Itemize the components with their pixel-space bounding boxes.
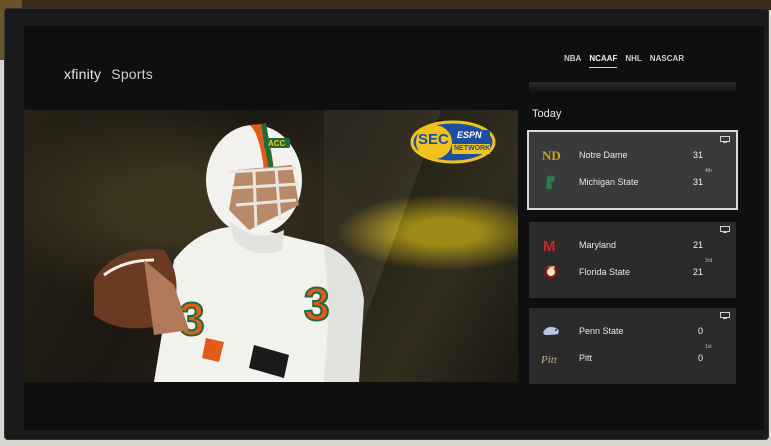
- tv-screen: xfinity Sports NBA NCAAF NHL NASCAR 3 3: [24, 26, 764, 430]
- tv-icon: [720, 312, 730, 319]
- svg-text:Pitt: Pitt: [541, 354, 558, 366]
- sport-tabs: NBA NCAAF NHL NASCAR: [564, 54, 684, 68]
- team-score: 0: [697, 353, 703, 363]
- hero-image[interactable]: 3 3 ACC SEC ESPN NETWORK: [24, 110, 518, 382]
- network-logo-text: NETWORK: [454, 145, 491, 152]
- product-name: Sports: [111, 66, 153, 82]
- team-row: Pitt Pitt 0: [540, 349, 703, 367]
- tab-nba[interactable]: NBA: [564, 54, 581, 68]
- game-card[interactable]: ND Notre Dame 31 Michigan State 31 4th: [529, 132, 736, 208]
- team-row: Michigan State 31: [541, 173, 703, 191]
- team-name: Penn State: [579, 326, 624, 336]
- michigan-state-logo: [541, 174, 561, 190]
- team-score: 31: [692, 177, 703, 187]
- team-row: Penn State 0: [541, 322, 703, 340]
- penn-state-logo: [541, 323, 561, 339]
- team-row: M Maryland 21: [541, 236, 703, 255]
- tab-nascar[interactable]: NASCAR: [650, 54, 684, 68]
- pitt-logo: Pitt: [540, 350, 561, 366]
- tv-icon: [720, 136, 730, 143]
- app-logo: xfinity Sports: [64, 66, 153, 82]
- team-name: Pitt: [579, 353, 593, 363]
- florida-state-logo: [541, 264, 561, 280]
- tabs-divider: [529, 82, 736, 92]
- team-score: 0: [697, 326, 703, 336]
- sec-logo-text: SEC: [418, 131, 449, 148]
- game-period: 3rd: [705, 258, 713, 264]
- team-name: Notre Dame: [579, 150, 628, 160]
- notre-dame-logo: ND: [541, 147, 561, 163]
- team-row: Florida State 21: [541, 263, 703, 281]
- team-row: ND Notre Dame 31: [541, 146, 703, 164]
- svg-text:M: M: [543, 238, 556, 253]
- maryland-logo: M: [541, 237, 561, 255]
- helmet-badge: ACC: [268, 139, 286, 148]
- team-name: Maryland: [579, 240, 617, 250]
- sec-network-logo: SEC ESPN NETWORK: [410, 120, 496, 164]
- team-score: 21: [692, 267, 703, 277]
- game-period: 1st: [705, 344, 712, 350]
- tv-icon: [720, 226, 730, 233]
- team-score: 31: [692, 150, 703, 160]
- game-card[interactable]: Penn State 0 Pitt Pitt 0 1st: [529, 308, 736, 384]
- team-name: Florida State: [579, 267, 631, 277]
- tab-ncaaf[interactable]: NCAAF: [589, 54, 618, 68]
- espn-logo-text: ESPN: [457, 130, 482, 140]
- team-score: 21: [692, 240, 703, 250]
- brand-name: xfinity: [64, 66, 102, 82]
- jersey-number: 3: [304, 278, 330, 330]
- game-card[interactable]: M Maryland 21 Florida State 21 3rd: [529, 222, 736, 298]
- team-name: Michigan State: [579, 177, 639, 187]
- svg-text:ND: ND: [542, 148, 561, 163]
- game-period: 4th: [705, 168, 712, 174]
- section-title: Today: [532, 108, 562, 120]
- tv-bezel: xfinity Sports NBA NCAAF NHL NASCAR 3 3: [4, 8, 769, 440]
- tab-nhl[interactable]: NHL: [625, 54, 641, 68]
